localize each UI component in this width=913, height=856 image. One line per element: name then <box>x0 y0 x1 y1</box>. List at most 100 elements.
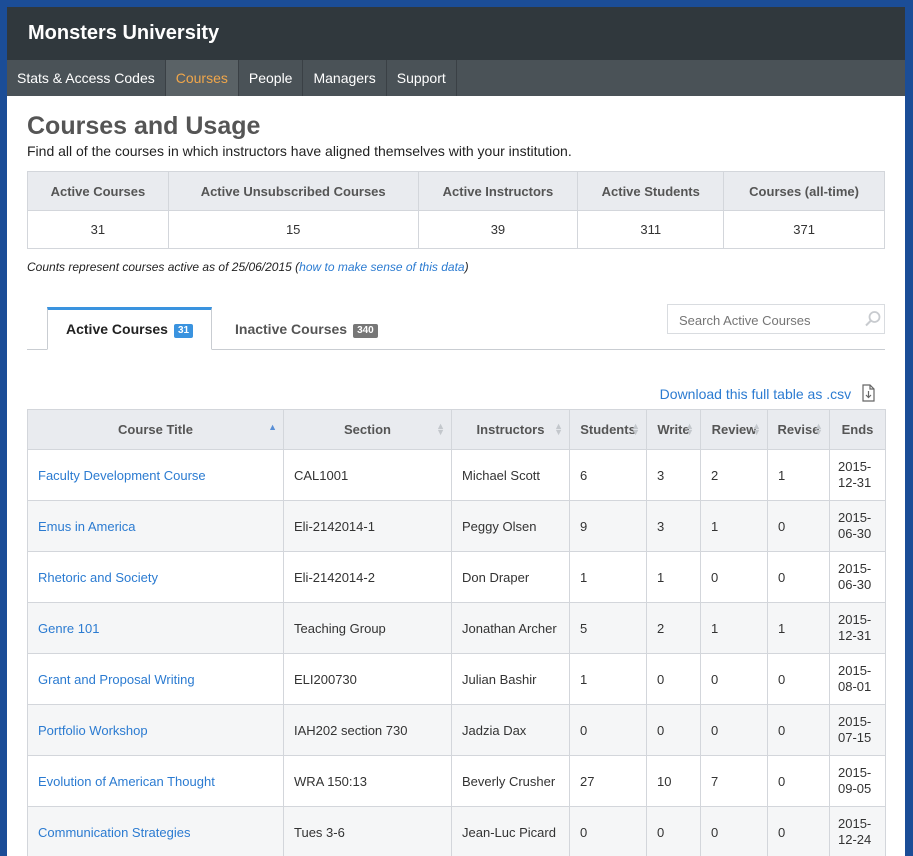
cell-ends: 2015- 08-01 <box>829 653 886 705</box>
cell-ends: 2015- 09-05 <box>829 755 886 807</box>
cell-section: ELI200730 <box>283 653 452 705</box>
cell-course-title[interactable]: Emus in America <box>27 500 284 552</box>
cell-revise: 0 <box>767 551 830 603</box>
stats-header-active-courses: Active Courses <box>27 171 169 211</box>
cell-instructors: Jean-Luc Picard <box>451 806 570 856</box>
cell-section: Eli-2142014-1 <box>283 500 452 552</box>
cell-students: 0 <box>569 704 647 756</box>
sort-ascending-icon: ▲ <box>268 422 277 432</box>
help-link[interactable]: how to make sense of this data <box>299 260 464 274</box>
cell-students: 1 <box>569 653 647 705</box>
cell-instructors: Julian Bashir <box>451 653 570 705</box>
stats-header-active-instructors: Active Instructors <box>417 171 579 211</box>
col-instructors[interactable]: Instructors ▲ ▼ <box>451 409 570 450</box>
cell-write: 10 <box>646 755 701 807</box>
stats-value-courses-all-time: 371 <box>723 210 885 249</box>
col-ends[interactable]: Ends <box>829 409 886 450</box>
nav-courses[interactable]: Courses <box>165 60 239 96</box>
cell-review: 0 <box>700 551 768 603</box>
table-row: Grant and Proposal Writing ELI200730 Julia… <box>27 653 886 705</box>
cell-write: 2 <box>646 602 701 654</box>
col-review[interactable]: Review ▲ ▼ <box>700 409 768 450</box>
download-csv-link[interactable]: Download this full table as .csv <box>660 386 851 402</box>
main-content: Courses and Usage Find all of the course… <box>7 112 905 856</box>
col-section-label: Section <box>344 422 391 437</box>
col-ends-label: Ends <box>841 422 874 437</box>
courses-table: Course Title ▲ Section ▲ ▼ Instructors ▲ ▼ St… <box>27 409 886 856</box>
stats-header-active-unsubscribed: Active Unsubscribed Courses <box>167 171 419 211</box>
stats-table: Active Courses Active Unsubscribed Cours… <box>27 171 885 249</box>
table-row: Faculty Development Course CAL1001 Michael… <box>27 449 886 501</box>
cell-review: 0 <box>700 806 768 856</box>
stats-value-active-unsubscribed: 15 <box>167 210 419 249</box>
col-section[interactable]: Section ▲ ▼ <box>283 409 452 450</box>
cell-instructors: Michael Scott <box>451 449 570 501</box>
counts-note: Counts represent courses active as of 25… <box>27 260 885 274</box>
sort-icon: ▲ ▼ <box>685 421 694 437</box>
nav-people[interactable]: People <box>239 60 304 96</box>
cell-course-title[interactable]: Faculty Development Course <box>27 449 284 501</box>
cell-instructors: Jonathan Archer <box>451 602 570 654</box>
cell-revise: 0 <box>767 500 830 552</box>
nav-stats-access-codes[interactable]: Stats & Access Codes <box>7 60 166 96</box>
stats-header-row: Active Courses Active Unsubscribed Cours… <box>27 171 885 211</box>
nav-support[interactable]: Support <box>387 60 457 96</box>
file-download-icon[interactable] <box>859 384 877 402</box>
cell-review: 1 <box>700 602 768 654</box>
sort-icon: ▲ ▼ <box>631 421 640 437</box>
page-title: Courses and Usage <box>27 112 261 140</box>
table-row: Rhetoric and Society Eli-2142014-2 Don Dra… <box>27 551 886 603</box>
cell-write: 0 <box>646 704 701 756</box>
col-students[interactable]: Students ▲ ▼ <box>569 409 647 450</box>
search-input[interactable] <box>677 306 861 334</box>
cell-review: 0 <box>700 704 768 756</box>
page-subtitle: Find all of the courses in which instruc… <box>27 143 572 159</box>
cell-write: 0 <box>646 806 701 856</box>
search-icon[interactable] <box>864 310 882 328</box>
sort-icon: ▲ ▼ <box>814 421 823 437</box>
cell-students: 1 <box>569 551 647 603</box>
app-window: Monsters University Stats & Access Codes… <box>7 7 905 856</box>
table-row: Genre 101 Teaching Group Jonathan Archer 5 2… <box>27 602 886 654</box>
table-row: Communication Strategies Tues 3-6 Jean-Luc… <box>27 806 886 856</box>
cell-write: 3 <box>646 500 701 552</box>
cell-section: Teaching Group <box>283 602 452 654</box>
col-revise[interactable]: Revise ▲ ▼ <box>767 409 830 450</box>
stats-header-courses-all-time: Courses (all-time) <box>723 171 885 211</box>
cell-revise: 0 <box>767 653 830 705</box>
cell-instructors: Jadzia Dax <box>451 704 570 756</box>
cell-review: 0 <box>700 653 768 705</box>
cell-course-title[interactable]: Portfolio Workshop <box>27 704 284 756</box>
cell-students: 9 <box>569 500 647 552</box>
cell-students: 5 <box>569 602 647 654</box>
cell-course-title[interactable]: Evolution of American Thought <box>27 755 284 807</box>
app-title: Monsters University <box>7 7 905 60</box>
tab-inactive-courses[interactable]: Inactive Courses 340 <box>217 309 396 350</box>
main-nav: Stats & Access Codes Courses People Mana… <box>7 60 905 96</box>
sort-icon: ▲ ▼ <box>554 421 563 437</box>
table-row: Evolution of American Thought WRA 150:13 B… <box>27 755 886 807</box>
tab-active-courses[interactable]: Active Courses 31 <box>47 307 213 350</box>
col-write[interactable]: Write ▲ ▼ <box>646 409 701 450</box>
cell-review: 1 <box>700 500 768 552</box>
col-instructors-label: Instructors <box>476 422 545 437</box>
cell-course-title[interactable]: Rhetoric and Society <box>27 551 284 603</box>
courses-body: Faculty Development Course CAL1001 Michael… <box>27 449 886 856</box>
nav-managers[interactable]: Managers <box>303 60 387 96</box>
cell-students: 27 <box>569 755 647 807</box>
cell-course-title[interactable]: Grant and Proposal Writing <box>27 653 284 705</box>
inactive-count-badge: 340 <box>353 324 378 338</box>
counts-note-end: ) <box>464 260 469 274</box>
stats-header-active-students: Active Students <box>577 171 725 211</box>
cell-write: 3 <box>646 449 701 501</box>
cell-write: 1 <box>646 551 701 603</box>
cell-course-title[interactable]: Genre 101 <box>27 602 284 654</box>
stats-value-active-students: 311 <box>577 210 725 249</box>
cell-students: 0 <box>569 806 647 856</box>
cell-ends: 2015- 07-15 <box>829 704 886 756</box>
search-box <box>667 304 885 334</box>
col-course-title[interactable]: Course Title ▲ <box>27 409 284 450</box>
cell-instructors: Peggy Olsen <box>451 500 570 552</box>
col-course-title-label: Course Title <box>118 422 193 437</box>
cell-course-title[interactable]: Communication Strategies <box>27 806 284 856</box>
